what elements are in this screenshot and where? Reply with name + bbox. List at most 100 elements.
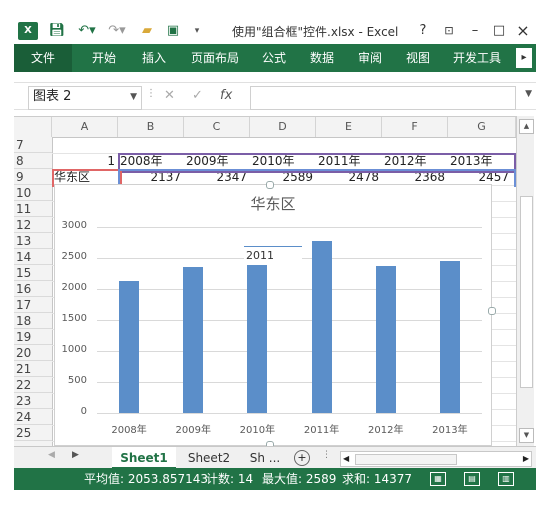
undo-icon[interactable]: ↶▾ [76,22,98,40]
row-header[interactable]: 19 [14,329,52,345]
select-all-corner[interactable] [14,117,52,137]
chart-bar[interactable] [311,240,332,413]
vertical-scroll-thumb[interactable] [520,196,533,388]
column-header-b[interactable]: B [118,117,184,137]
chart-bar[interactable] [183,267,204,413]
cell-a8[interactable]: 1 [52,153,118,169]
chart-bar[interactable] [375,266,396,413]
maximize-button[interactable]: □ [488,22,510,40]
combo-box-overlay[interactable]: 2011 [244,246,302,265]
formula-bar: 图表 2 ▼ ⋮ ✕ ✓ fx ▼ [14,82,536,110]
row-header[interactable]: 20 [14,345,52,361]
vertical-scrollbar[interactable]: ▲ ▼ [516,116,534,446]
prev-sheet-icon[interactable]: ◀ [48,450,55,460]
tab-data[interactable]: 数据 [302,44,342,72]
row-header[interactable]: 10 [14,185,52,201]
scroll-left-icon[interactable]: ◀ [343,452,349,466]
tab-review[interactable]: 审阅 [350,44,390,72]
name-box[interactable]: 图表 2 ▼ [28,86,142,110]
column-header-c[interactable]: C [184,117,250,137]
save-icon[interactable]: 💾︎ [48,22,66,40]
row-header[interactable]: 16 [14,281,52,297]
x-tick-label: 2013年 [432,425,468,436]
help-button[interactable]: ? [412,22,434,40]
row-header[interactable]: 11 [14,201,52,217]
tab-home[interactable]: 开始 [84,44,124,72]
resize-handle-right[interactable] [488,307,496,315]
page-layout-view-icon[interactable]: ▤ [464,472,480,486]
chart-bar[interactable] [247,252,268,413]
insert-function-icon[interactable]: fx [220,88,232,103]
tab-insert[interactable]: 插入 [134,44,174,72]
scroll-down-icon[interactable]: ▼ [519,428,534,443]
tab-page-layout[interactable]: 页面布局 [184,44,246,72]
horizontal-scroll-thumb[interactable] [355,454,457,465]
quick-access-customize-icon[interactable]: ▾ [190,22,204,40]
column-header-a[interactable]: A [52,117,118,137]
resize-handle-top[interactable] [266,181,274,189]
chart-title[interactable]: 华东区 [55,193,491,214]
formula-input[interactable] [250,86,516,110]
x-tick-label: 2011年 [303,425,340,436]
tab-file[interactable]: 文件 [14,44,72,72]
scroll-up-icon[interactable]: ▲ [519,119,534,134]
row-header[interactable]: 25 [14,425,52,441]
scroll-right-icon[interactable]: ▶ [523,452,529,466]
row-header[interactable]: 17 [14,297,52,313]
open-folder-icon[interactable]: ▰ [138,22,156,40]
y-tick-label: 2000 [61,282,87,293]
next-sheet-icon[interactable]: ▶ [72,450,79,460]
row-header[interactable]: 12 [14,217,52,233]
column-header-d[interactable]: D [250,117,316,137]
gridline [97,413,482,414]
column-header-e[interactable]: E [316,117,382,137]
close-button[interactable]: × [512,22,534,40]
row-header[interactable]: 18 [14,313,52,329]
row-header[interactable]: 24 [14,409,52,425]
column-chart[interactable]: 华东区 0 500 1000 1500 2000 2500 3000 2008年 2009年 20… [54,181,496,449]
chevron-down-icon[interactable]: ▼ [130,87,137,107]
row-header[interactable]: 8 [14,153,52,169]
page-break-view-icon[interactable]: ▥ [498,472,514,486]
x-tick-label: 2008年 [111,425,147,436]
row-header[interactable]: 15 [14,265,52,281]
form-control-icon[interactable]: ▣ [164,22,182,40]
status-count: 计数: 14 [206,472,254,486]
chart-bar[interactable] [439,260,460,413]
add-sheet-icon[interactable]: + [294,450,310,466]
minimize-button[interactable]: – [464,22,486,40]
tab-split-icon[interactable]: ⋮ [322,450,331,460]
row-headers: 7 8 9 10 11 12 13 14 15 16 17 18 19 20 21 22 23 24 25 [14,137,53,446]
horizontal-scrollbar[interactable]: ◀ ▶ [340,451,532,467]
row-header[interactable]: 14 [14,249,52,265]
tab-formulas[interactable]: 公式 [254,44,294,72]
status-max: 最大值: 2589 [262,472,337,486]
normal-view-icon[interactable]: ▦ [430,472,446,486]
sheet-tab-sheet2[interactable]: Sheet2 [180,447,238,469]
redo-icon[interactable]: ↷▾ [106,22,128,40]
excel-logo-icon: X [18,22,38,40]
sheet-tab-bar: ◀ ▶ Sheet1 Sheet2 Sh ... + ⋮ ◀ ▶ [14,446,536,469]
cancel-icon[interactable]: ✕ [164,88,175,103]
sheet-tab-sheet1[interactable]: Sheet1 [112,447,176,469]
ribbon-scroll-right-icon[interactable]: ▸ [516,48,532,68]
row-header[interactable]: 22 [14,377,52,393]
row-header[interactable]: 13 [14,233,52,249]
row-header[interactable]: 21 [14,361,52,377]
row-header[interactable]: 9 [14,169,52,185]
column-header-g[interactable]: G [448,117,516,137]
row-header[interactable]: 23 [14,393,52,409]
y-tick-label: 0 [80,406,87,417]
tab-developer[interactable]: 开发工具 [446,44,508,72]
enter-icon[interactable]: ✓ [192,88,203,103]
column-header-f[interactable]: F [382,117,448,137]
tab-view[interactable]: 视图 [398,44,438,72]
sheet-tab-more[interactable]: Sh ... [242,447,288,469]
status-sum: 求和: 14377 [342,472,413,486]
chart-bar[interactable] [119,280,140,413]
gridline [97,227,482,228]
row-header[interactable]: 7 [14,137,52,153]
expand-formula-bar-icon[interactable]: ▼ [525,89,532,99]
x-tick-label: 2010年 [239,425,276,436]
ribbon-display-icon[interactable]: ⊡ [438,22,460,40]
